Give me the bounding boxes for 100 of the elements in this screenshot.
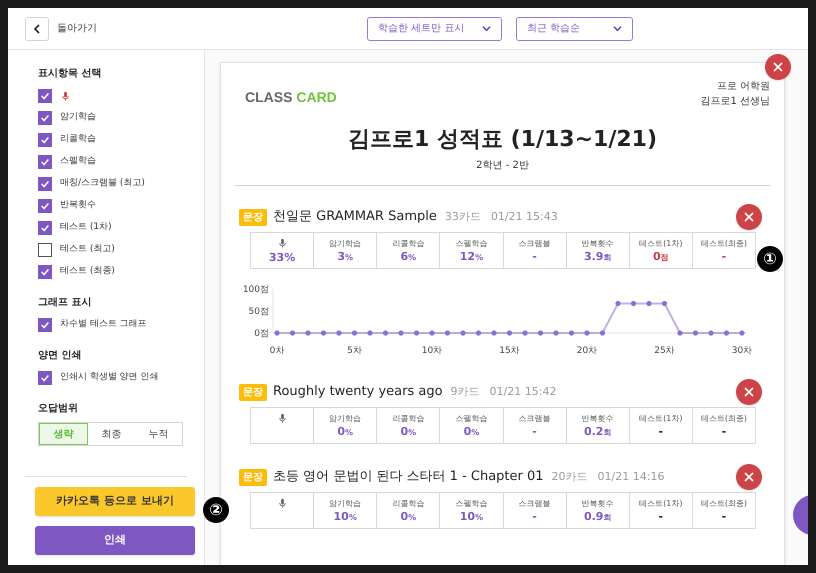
column-label: 암기학습 xyxy=(329,240,362,248)
data-point xyxy=(538,330,544,336)
date-text: 01/21 15:43 xyxy=(490,208,558,225)
axis-label: 30차 xyxy=(732,346,752,356)
data-point xyxy=(352,330,358,336)
metric-value: - xyxy=(722,250,726,262)
metric-value: 6% xyxy=(400,250,416,262)
segment-tab[interactable]: 누적 xyxy=(135,423,182,445)
data-point xyxy=(615,300,621,306)
close-button[interactable] xyxy=(736,379,762,405)
checkbox[interactable] xyxy=(38,199,52,213)
checkmark-icon xyxy=(40,135,50,145)
checkbox[interactable] xyxy=(38,111,52,125)
column-label: 리콜학습 xyxy=(392,414,424,422)
option-label: 차수별 테스트 그래프 xyxy=(60,318,147,332)
data-point xyxy=(646,300,652,306)
close-button[interactable] xyxy=(736,204,762,230)
column-label: 암기학습 xyxy=(329,414,362,422)
column-label: 테스트(최종) xyxy=(700,414,748,422)
axis-label: 0차 xyxy=(270,346,284,356)
axis-label: 20차 xyxy=(576,346,598,356)
column-label: 테스트(최종) xyxy=(700,500,748,508)
column-label: 암기학습 xyxy=(329,500,362,508)
option-label: 리콜학습 xyxy=(60,133,96,146)
checkmark-icon xyxy=(40,91,50,101)
option-label: 테스트 (최종) xyxy=(60,265,115,278)
option-label: 테스트 (1차) xyxy=(60,221,112,234)
send-button[interactable]: 카카오톡 등으로 보내기 xyxy=(35,487,195,516)
column-label: 스펠학습 xyxy=(455,240,488,248)
data-point xyxy=(460,330,466,336)
column-label: 리콜학습 xyxy=(392,500,424,508)
set-title: Roughly twenty years ago xyxy=(273,383,443,402)
metric-value: 0.9회 xyxy=(584,510,612,522)
close-icon xyxy=(772,61,784,73)
data-point xyxy=(568,330,574,336)
filter-dropdown[interactable]: 최근 학습순 xyxy=(516,16,633,40)
data-point xyxy=(367,330,373,336)
print-button[interactable]: 인쇄 xyxy=(35,526,195,555)
close-button[interactable] xyxy=(736,464,762,490)
option-label: 암기학습 xyxy=(60,111,96,124)
metric-value: - xyxy=(658,426,664,436)
data-point xyxy=(584,330,590,336)
metric-value: 0점 xyxy=(652,250,669,262)
checkbox[interactable] xyxy=(38,177,52,191)
column-label: 테스트(1차) xyxy=(639,500,682,508)
data-point xyxy=(553,330,559,336)
close-icon xyxy=(743,211,755,223)
axis-label: 100점 xyxy=(242,285,269,295)
data-point xyxy=(491,330,497,336)
set-title: 천일문 GRAMMAR Sample xyxy=(273,208,437,226)
data-point xyxy=(708,330,714,336)
metric-value: 12% xyxy=(460,250,484,262)
checkbox[interactable] xyxy=(38,318,52,332)
metric-value: 10% xyxy=(460,510,484,522)
option-label: 매칭/스크램블 (최고) xyxy=(60,177,145,190)
column-label: 테스트(최종) xyxy=(700,240,748,248)
tag: 문장 xyxy=(239,208,267,226)
column-label: 스펠학습 xyxy=(455,414,488,422)
option-label: 인쇄시 학생별 양면 인쇄 xyxy=(60,371,159,384)
data-point xyxy=(506,330,512,336)
checkbox[interactable] xyxy=(38,265,52,279)
data-point xyxy=(444,330,450,336)
checkbox[interactable] xyxy=(38,133,52,147)
metric-value: 33% xyxy=(268,252,296,263)
column-label: 테스트(1차) xyxy=(639,414,682,422)
close-button[interactable] xyxy=(765,54,791,80)
checkmark-icon xyxy=(40,113,50,123)
microphone-icon xyxy=(276,498,288,509)
axis-label: 15차 xyxy=(499,346,520,356)
data-point xyxy=(414,330,420,336)
logo: CLASS CARD xyxy=(245,88,337,107)
microphone-icon xyxy=(276,413,288,424)
class-label: 2학년 - 2반 xyxy=(475,159,530,173)
metric-value: 3.9회 xyxy=(584,250,612,262)
axis-label: 0점 xyxy=(254,329,269,339)
checkmark-icon xyxy=(40,223,50,233)
card-count: 33카드 xyxy=(444,208,481,225)
checkbox[interactable] xyxy=(38,371,52,385)
column-label: 반복횟수 xyxy=(582,240,614,248)
tag: 문장 xyxy=(239,384,267,400)
back-icon xyxy=(32,24,42,34)
checkmark-icon xyxy=(40,267,50,277)
checkbox[interactable] xyxy=(38,243,52,257)
back-button[interactable] xyxy=(25,16,49,40)
option-label: 스펠학습 xyxy=(60,155,96,168)
data-point xyxy=(429,330,435,336)
column-label: 반복횟수 xyxy=(582,414,614,422)
checkbox[interactable] xyxy=(38,155,52,169)
column-label: 스크램블 xyxy=(518,240,551,248)
close-icon xyxy=(743,471,755,483)
filter-dropdown[interactable]: 학습한 세트만 표시 xyxy=(367,16,502,40)
segment-tab[interactable]: 최종 xyxy=(88,423,135,445)
data-point xyxy=(692,330,698,336)
checkmark-icon xyxy=(40,157,50,167)
option-label: 테스트 (최고) xyxy=(60,243,115,256)
checkbox[interactable] xyxy=(38,221,52,235)
checkbox[interactable] xyxy=(38,89,52,103)
data-point xyxy=(305,330,311,336)
card-count: 20카드 xyxy=(552,468,588,485)
academy-name: 프로 어학원 xyxy=(716,80,770,94)
